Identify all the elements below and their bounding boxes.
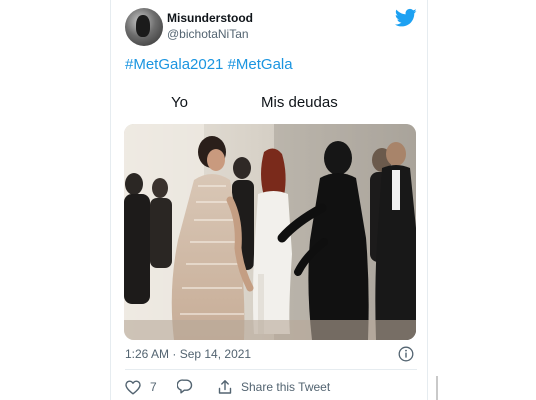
meme-captions: Yo Mis deudas	[125, 92, 415, 114]
display-name[interactable]: Misunderstood	[167, 11, 253, 25]
heart-icon	[125, 380, 141, 394]
tweet-photo[interactable]	[124, 124, 416, 340]
tweet-timestamp[interactable]: 1:26 AM · Sep 14, 2021	[125, 347, 251, 361]
twitter-bird-icon[interactable]	[395, 8, 417, 28]
user-handle[interactable]: @bichotaNiTan	[167, 27, 249, 41]
tweet-hashtags[interactable]: #MetGala2021 #MetGala	[125, 56, 293, 73]
share-tweet-button[interactable]: Share this Tweet	[217, 378, 330, 396]
scrollbar[interactable]	[436, 376, 438, 400]
meme-caption-left: Yo	[171, 94, 188, 111]
share-icon	[218, 380, 232, 394]
met-gala-photo	[124, 124, 416, 340]
share-tweet-label: Share this Tweet	[241, 380, 331, 394]
meme-caption-right: Mis deudas	[261, 94, 338, 111]
like-button[interactable]: 7	[125, 378, 157, 396]
reply-icon	[176, 379, 193, 394]
actions-divider	[125, 369, 417, 370]
avatar[interactable]	[125, 8, 163, 46]
embedded-tweet-page: Misunderstood @bichotaNiTan #MetGala2021…	[0, 0, 536, 400]
like-count: 7	[150, 380, 157, 394]
info-icon[interactable]	[398, 346, 414, 362]
avatar-silhouette	[136, 15, 150, 37]
reply-button[interactable]	[176, 378, 193, 396]
tweet-card: Misunderstood @bichotaNiTan #MetGala2021…	[110, 0, 428, 400]
